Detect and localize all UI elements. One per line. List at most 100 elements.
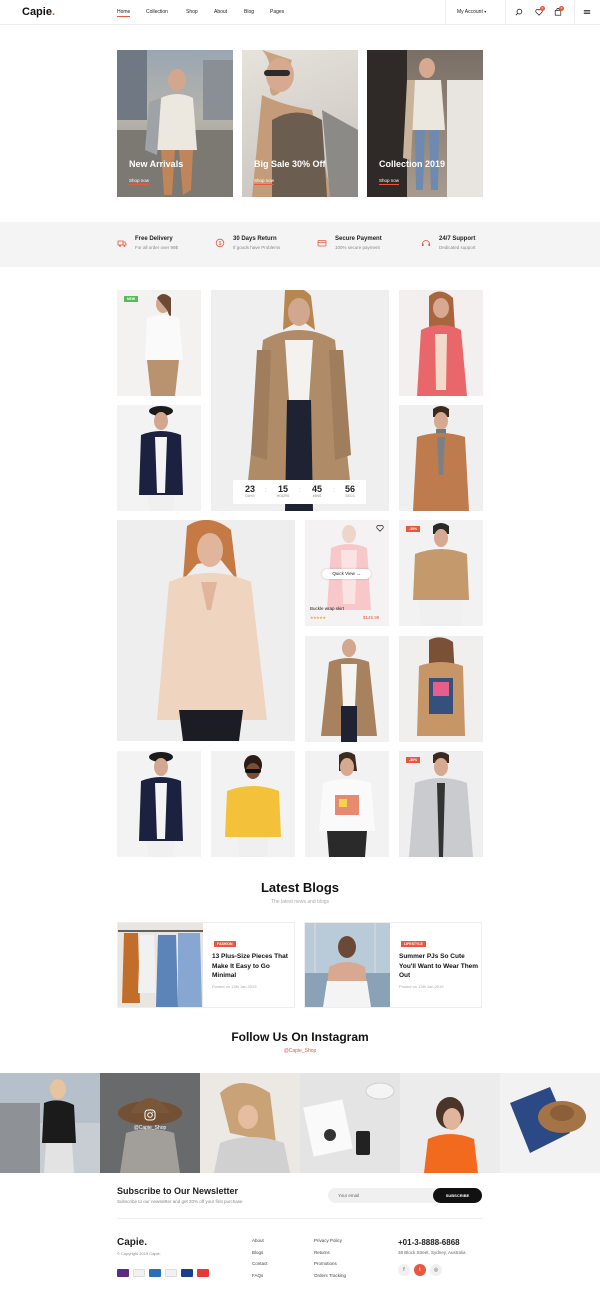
- footer-link-returns[interactable]: Returns: [314, 1250, 330, 1255]
- nav-pages[interactable]: Pages: [270, 9, 284, 15]
- hero-banner-new-arrivals[interactable]: New Arrivals Shop now: [117, 50, 233, 197]
- nav-home[interactable]: Home: [117, 9, 131, 17]
- chevron-down-icon: ▾: [484, 9, 487, 14]
- header-divider: [445, 0, 446, 25]
- blog-category-tag[interactable]: FASHION: [214, 941, 236, 947]
- product-card[interactable]: [211, 751, 295, 857]
- hamburger-menu-icon[interactable]: [583, 8, 591, 16]
- product-card[interactable]: -30%: [399, 751, 483, 857]
- shop-now-link[interactable]: Shop now: [254, 178, 275, 185]
- instagram-title: Follow Us On Instagram: [231, 1030, 369, 1044]
- brand-logo[interactable]: Capie.: [22, 6, 55, 18]
- nav-collection[interactable]: Collection: [146, 9, 168, 15]
- blog-title[interactable]: 13 Plus-Size Pieces That Make It Easy to…: [212, 952, 292, 981]
- blog-image: [118, 923, 203, 1007]
- search-icon[interactable]: [515, 8, 523, 16]
- shop-now-link[interactable]: Shop now: [129, 178, 150, 185]
- countdown-timer: 23 DAYS : 15 HOURS : 45 MINS : 56 SECS: [233, 480, 366, 504]
- footer-link-contact[interactable]: Contact: [252, 1261, 268, 1266]
- twitter-icon[interactable]: t: [414, 1264, 426, 1276]
- hero-banner-collection-2019[interactable]: Collection 2019 Shop now: [367, 50, 483, 197]
- countdown-number: 23: [244, 484, 255, 494]
- footer-link-promotions[interactable]: Promotions: [314, 1261, 337, 1266]
- footer-logo[interactable]: Capie.: [117, 1237, 147, 1248]
- hero-banner-big-sale[interactable]: Big Sale 30% Off Shop now: [242, 50, 358, 197]
- shop-now-link[interactable]: Shop now: [379, 178, 400, 185]
- product-card[interactable]: [399, 636, 483, 742]
- footer-phone[interactable]: +01-3-8888-6868: [398, 1238, 460, 1247]
- product-card[interactable]: NEW: [117, 290, 201, 396]
- footer-link-faqs[interactable]: FAQs: [252, 1273, 263, 1278]
- product-image: [409, 752, 473, 857]
- product-image: [139, 752, 183, 857]
- visa-icon: [181, 1269, 193, 1277]
- product-card[interactable]: [117, 751, 201, 857]
- product-image: [139, 406, 183, 511]
- feature-subtitle: Dedicated support: [439, 245, 476, 250]
- insta-image: [0, 1073, 100, 1173]
- feature-subtitle: 100% secure payment: [335, 245, 380, 250]
- sale-badge: -30%: [406, 757, 421, 763]
- countdown-days: 23 DAYS: [236, 484, 264, 498]
- instagram-icon[interactable]: ◎: [430, 1264, 442, 1276]
- footer-divider: [117, 1218, 483, 1219]
- countdown-number: 45: [311, 484, 322, 494]
- product-image: [145, 294, 183, 396]
- product-image: [319, 752, 375, 857]
- blog-category-tag[interactable]: LIFESTYLE: [401, 941, 426, 947]
- discover-icon: [133, 1269, 145, 1277]
- nav-shop[interactable]: Shop: [186, 9, 198, 15]
- instagram-photo[interactable]: [0, 1073, 100, 1173]
- product-image: [413, 523, 469, 626]
- product-card[interactable]: [117, 405, 201, 511]
- heart-icon[interactable]: [376, 524, 384, 532]
- product-card[interactable]: [399, 290, 483, 396]
- hero-title: Collection 2019: [379, 159, 446, 169]
- support-icon: [422, 240, 430, 246]
- brand-name: Capie: [22, 6, 52, 18]
- product-card[interactable]: [305, 751, 389, 857]
- instagram-photo-hover[interactable]: @Capie_Shop: [100, 1073, 200, 1173]
- blog-date: Posted on 13th Jan,2019: [212, 984, 257, 989]
- quick-view-button[interactable]: Quick View →: [322, 569, 371, 579]
- mastercard-icon: [197, 1269, 209, 1277]
- arrow-right-icon: →: [356, 571, 361, 576]
- blog-title[interactable]: Summer PJs So Cute You'll Want to Wear T…: [399, 952, 479, 981]
- product-card-featured[interactable]: [211, 290, 389, 511]
- product-image: [417, 291, 467, 396]
- instagram-photo[interactable]: [500, 1073, 600, 1173]
- product-card[interactable]: [305, 636, 389, 742]
- rating-stars: ★★★★★: [310, 615, 326, 620]
- countdown-secs: 56 SECS: [336, 484, 364, 498]
- credit-card-icon: [317, 240, 327, 247]
- instagram-photo[interactable]: [200, 1073, 300, 1173]
- footer-link-about[interactable]: About: [252, 1238, 264, 1243]
- product-name[interactable]: Buckle wrap skirt: [310, 606, 344, 611]
- my-account-menu[interactable]: My Account ▾: [457, 9, 486, 15]
- footer-link-orders-tracking[interactable]: Orders Tracking: [314, 1273, 346, 1278]
- paypal-icon: [165, 1269, 177, 1277]
- subscribe-button[interactable]: SUBSCRIBE: [433, 1188, 482, 1203]
- facebook-icon[interactable]: f: [398, 1264, 410, 1276]
- insta-image: [200, 1073, 300, 1173]
- countdown-label: DAYS: [245, 494, 255, 498]
- cart-count-badge: 0: [559, 6, 564, 11]
- blog-card[interactable]: LIFESTYLE Summer PJs So Cute You'll Want…: [304, 922, 482, 1008]
- footer-link-privacy[interactable]: Privacy Policy: [314, 1238, 342, 1243]
- footer-address: 38 Block Street, Sydney, Australia: [398, 1250, 466, 1255]
- instagram-photo[interactable]: [400, 1073, 500, 1173]
- countdown-separator: :: [299, 488, 301, 494]
- product-card[interactable]: [399, 405, 483, 511]
- product-price: $145.99: [363, 615, 380, 620]
- product-card-large[interactable]: [117, 520, 295, 741]
- footer-link-blogs[interactable]: Blogs: [252, 1250, 263, 1255]
- my-account-label: My Account: [457, 9, 483, 15]
- instagram-photo[interactable]: [300, 1073, 400, 1173]
- product-card[interactable]: -30%: [399, 520, 483, 626]
- nav-about[interactable]: About: [214, 9, 227, 15]
- blogs-subtitle: The latest news and blogs: [270, 899, 330, 905]
- instagram-handle[interactable]: @Capie_Shop: [0, 1048, 600, 1054]
- blog-card[interactable]: FASHION 13 Plus-Size Pieces That Make It…: [117, 922, 295, 1008]
- nav-blog[interactable]: Blog: [244, 9, 254, 15]
- countdown-separator: :: [333, 488, 335, 494]
